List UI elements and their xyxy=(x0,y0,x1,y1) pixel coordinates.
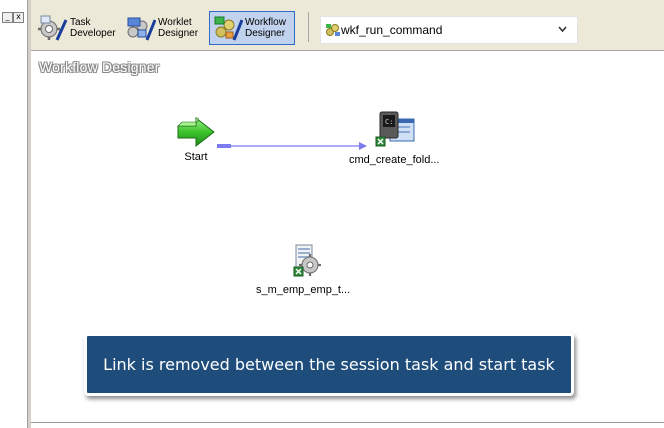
session-task-icon xyxy=(293,244,322,277)
workflow-icon xyxy=(326,24,340,36)
command-task-label: cmd_create_fold... xyxy=(349,154,440,166)
workflow-designer-icon xyxy=(214,16,243,41)
annotation-text: Link is removed between the session task… xyxy=(103,355,555,374)
session-task[interactable]: s_m_emp_emp_t... xyxy=(256,243,350,296)
chevron-down-icon[interactable] xyxy=(558,26,567,33)
tool-toolbar: Task Developer Worklet Designer Workflow De… xyxy=(31,0,664,51)
command-task-icon: C: xyxy=(375,111,415,147)
start-arrow-icon xyxy=(177,116,215,148)
minimize-button[interactable]: _ xyxy=(2,12,13,23)
task-developer-button[interactable]: Task Developer xyxy=(35,11,120,45)
worklet-designer-icon xyxy=(127,17,156,41)
navigator-pane: _ x xyxy=(0,0,28,428)
start-task[interactable]: Start xyxy=(176,116,216,163)
task-link[interactable] xyxy=(217,141,367,151)
worklet-designer-button[interactable]: Worklet Designer xyxy=(123,11,207,45)
annotation-callout: Link is removed between the session task… xyxy=(84,333,574,396)
toolbar-separator xyxy=(308,12,309,42)
workflow-select-value: wkf_run_command xyxy=(341,23,443,37)
close-button[interactable]: x xyxy=(13,12,24,23)
svg-text:C:: C: xyxy=(385,118,393,126)
workflow-designer-button[interactable]: Workflow Designer xyxy=(209,11,295,45)
start-task-label: Start xyxy=(184,151,208,163)
workflow-select[interactable]: wkf_run_command xyxy=(320,16,578,44)
command-task[interactable]: C: cmd_create_fold... xyxy=(349,109,440,166)
canvas-bottom-border xyxy=(31,422,664,423)
task-developer-icon xyxy=(38,15,68,41)
canvas-title: Workflow Designer xyxy=(39,59,160,75)
session-task-label: s_m_emp_emp_t... xyxy=(256,284,351,296)
